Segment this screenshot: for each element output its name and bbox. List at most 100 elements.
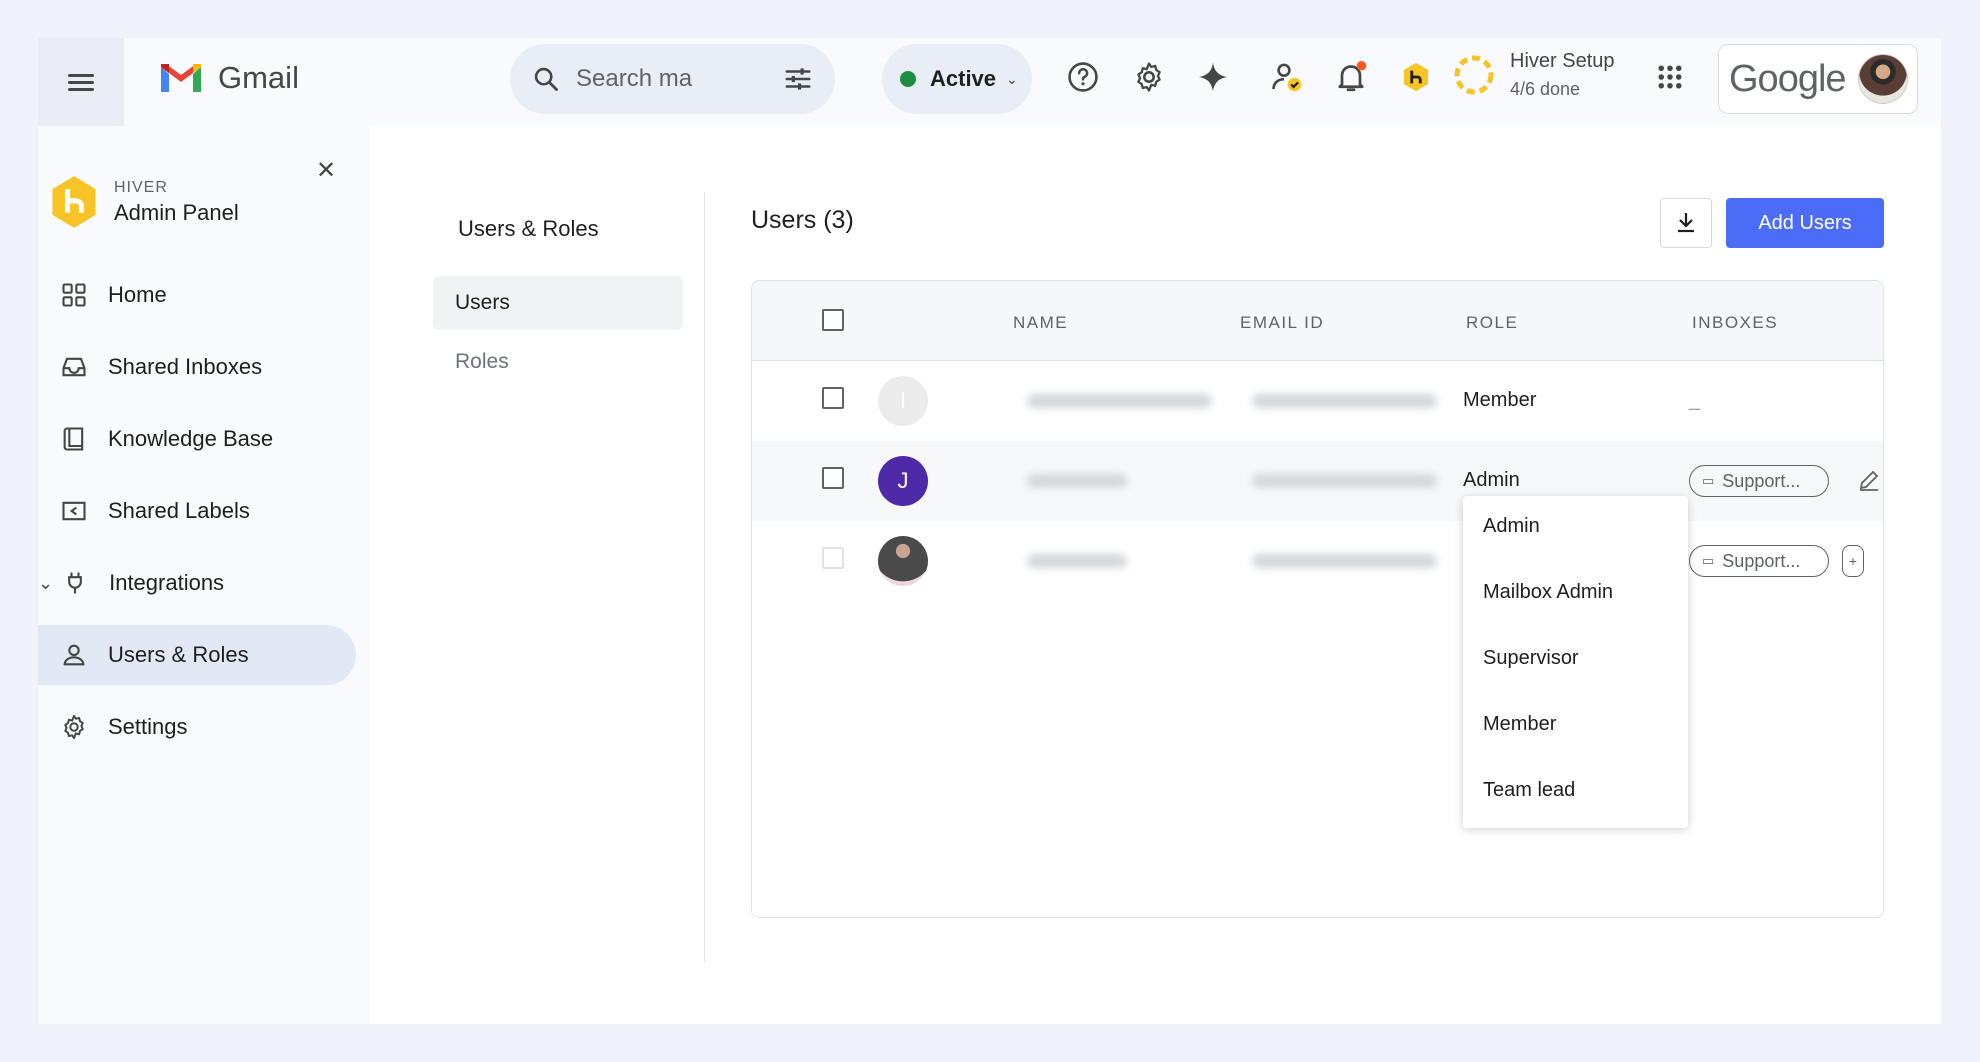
sidebar-item-integrations[interactable]: ⌄ Integrations (38, 553, 356, 613)
filter-options-icon[interactable] (783, 64, 813, 94)
gmail-logo[interactable]: Gmail (158, 60, 299, 96)
row-checkbox[interactable] (822, 547, 844, 569)
inbox-icon: ▭ (1702, 553, 1715, 568)
status-dot (900, 71, 916, 87)
setup-progress-text: 4/6 done (1510, 79, 1581, 99)
user-check-icon[interactable] (1268, 58, 1306, 96)
role-value[interactable]: Member (1463, 389, 1536, 412)
sidebar-item-label: Users & Roles (108, 642, 249, 667)
sidebar-item-label: Integrations (109, 570, 225, 595)
add-users-button[interactable]: Add Users (1726, 198, 1884, 248)
search-input[interactable]: Search ma (576, 65, 783, 93)
sidebar-item-users-roles[interactable]: Users & Roles (38, 625, 356, 685)
subnav-item-users[interactable]: Users (433, 276, 683, 330)
page-title: Users (3) (751, 206, 854, 234)
sidebar-item-label: Shared Labels (108, 498, 250, 523)
help-icon[interactable] (1064, 58, 1102, 96)
add-inbox-button[interactable]: + (1842, 545, 1864, 577)
blurred-user-email (1252, 394, 1437, 408)
apps-grid-icon[interactable] (1651, 58, 1689, 96)
brand-small-label: HIVER (114, 178, 168, 196)
table-row[interactable]: I Member _ (752, 361, 1883, 441)
status-selector[interactable]: Active ⌄ (882, 44, 1032, 114)
hiver-setup-progress[interactable]: Hiver Setup 4/6 done (1452, 50, 1615, 100)
progress-ring-icon (1454, 55, 1494, 95)
sidebar-item-label: Home (108, 282, 167, 307)
blurred-user-name (1027, 554, 1127, 568)
blurred-user-email (1252, 554, 1437, 568)
row-checkbox[interactable] (822, 467, 844, 489)
inbox-icon (62, 357, 86, 377)
vertical-divider (704, 192, 705, 962)
subnav-item-roles[interactable]: Roles (433, 335, 683, 389)
admin-sidebar: HIVER Admin Panel ✕ Home Shared Inboxes … (38, 126, 368, 1024)
blurred-user-email (1252, 474, 1437, 488)
search-icon (534, 67, 558, 91)
users-table: NAME EMAIL ID ROLE INBOXES I Member _ J … (751, 280, 1884, 918)
download-icon (1678, 213, 1694, 233)
sidebar-item-shared-inboxes[interactable]: Shared Inboxes (38, 337, 356, 397)
download-button[interactable] (1660, 198, 1712, 248)
role-option-mailbox-admin[interactable]: Mailbox Admin (1463, 562, 1688, 622)
sidebar-item-home[interactable]: Home (38, 265, 356, 325)
sidebar-item-settings[interactable]: Settings (38, 697, 356, 757)
role-option-member[interactable]: Member (1463, 694, 1688, 754)
edit-pencil-icon[interactable] (1856, 467, 1882, 493)
hamburger-icon (68, 70, 94, 95)
chevron-down-icon: ⌄ (38, 572, 54, 593)
sidebar-item-label: Shared Inboxes (108, 354, 263, 379)
column-header-name[interactable]: NAME (1013, 313, 1068, 333)
account-avatar (1857, 54, 1908, 104)
google-account-button[interactable]: Google (1718, 44, 1918, 114)
chevron-down-icon: ⌄ (1006, 70, 1018, 87)
plug-icon (68, 572, 82, 594)
grid-icon (62, 283, 86, 307)
avatar: J (878, 456, 928, 506)
inbox-chip-label: Support... (1722, 470, 1801, 491)
status-label: Active (930, 66, 997, 91)
table-row[interactable]: J Admin ▭ Support... (752, 441, 1883, 521)
inbox-chip[interactable]: ▭ Support... (1689, 465, 1829, 497)
avatar: I (878, 376, 928, 426)
sidebar-item-label: Knowledge Base (108, 426, 274, 451)
blurred-user-name (1027, 474, 1127, 488)
role-value[interactable]: Admin (1463, 469, 1520, 492)
google-wordmark: Google (1729, 57, 1847, 100)
notifications-bell-icon[interactable] (1332, 58, 1370, 96)
inbox-icon: ▭ (1702, 473, 1715, 488)
label-icon (62, 501, 86, 521)
blurred-user-name (1027, 394, 1212, 408)
table-row[interactable]: ▭ Support... + (752, 521, 1883, 601)
inboxes-empty: _ (1689, 389, 1701, 411)
hiver-brand: HIVER Admin Panel (48, 174, 239, 230)
sidebar-item-knowledge-base[interactable]: Knowledge Base (38, 409, 356, 469)
inbox-chip-label: Support... (1722, 550, 1801, 571)
gmail-m-icon (161, 64, 201, 92)
brand-title: Admin Panel (114, 199, 239, 225)
hiver-logo-icon[interactable] (1397, 58, 1435, 96)
row-checkbox[interactable] (822, 387, 844, 409)
role-option-admin[interactable]: Admin (1463, 496, 1688, 556)
search-bar[interactable]: Search ma (510, 44, 835, 114)
avatar (878, 536, 928, 586)
select-all-checkbox[interactable] (822, 309, 844, 331)
role-option-team-lead[interactable]: Team lead (1463, 760, 1688, 820)
sparkle-icon[interactable] (1194, 58, 1232, 96)
sidebar-item-shared-labels[interactable]: Shared Labels (38, 481, 356, 541)
main-menu-button[interactable] (38, 38, 124, 126)
person-icon (63, 644, 85, 666)
column-header-inboxes[interactable]: INBOXES (1692, 313, 1778, 333)
gmail-wordmark: Gmail (218, 60, 299, 95)
inbox-chip[interactable]: ▭ Support... (1689, 545, 1829, 577)
role-dropdown-menu: Admin Mailbox Admin Supervisor Member Te… (1463, 496, 1688, 828)
settings-gear-icon[interactable] (1130, 58, 1168, 96)
close-panel-icon[interactable]: ✕ (316, 156, 336, 185)
subnav-title: Users & Roles (458, 216, 599, 241)
column-header-email[interactable]: EMAIL ID (1240, 313, 1324, 333)
main-panel: Users & Roles Users Roles Users (3) Add … (370, 126, 1941, 1024)
column-header-role[interactable]: ROLE (1466, 313, 1518, 333)
gear-icon (64, 714, 84, 740)
role-option-supervisor[interactable]: Supervisor (1463, 628, 1688, 688)
hiver-logo-icon (52, 176, 96, 228)
sidebar-item-label: Settings (108, 714, 188, 739)
